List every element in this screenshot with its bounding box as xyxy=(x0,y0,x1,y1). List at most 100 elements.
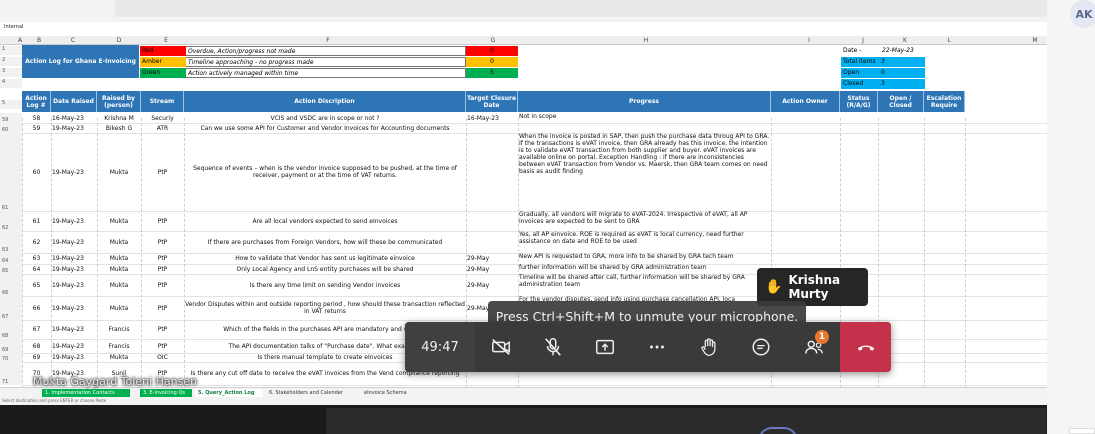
cell-by[interactable]: Mukta xyxy=(98,133,140,211)
header-status[interactable]: Status (R/A/G) xyxy=(840,91,878,112)
share-button[interactable] xyxy=(579,322,631,372)
cell-by[interactable]: Francis xyxy=(98,339,140,353)
cell-date[interactable]: 19-May-23 xyxy=(52,211,96,231)
cell-progress[interactable]: When the invoice is posted in SAP, then … xyxy=(519,133,770,211)
user-avatar[interactable]: AK xyxy=(1070,0,1095,28)
cell-target[interactable]: 16-May-23 xyxy=(467,113,517,123)
column-header[interactable]: J xyxy=(857,37,869,44)
cell-progress[interactable]: Gradually, all vendors will migrate to e… xyxy=(519,211,770,231)
header-action[interactable]: Action Log # xyxy=(22,91,51,112)
header-open-closed[interactable]: Open / Closed xyxy=(878,91,924,112)
cell-target[interactable] xyxy=(467,211,517,231)
header-raised-by[interactable]: Raised by (person) xyxy=(97,91,141,112)
column-header[interactable]: M xyxy=(1029,37,1041,44)
cell-stream[interactable]: PtP xyxy=(142,274,183,296)
cell-desc[interactable]: How to validate that Vendor has sent us … xyxy=(185,253,465,264)
more-button[interactable] xyxy=(631,322,683,372)
cell-target[interactable] xyxy=(467,231,517,253)
column-header[interactable]: H xyxy=(640,37,652,44)
cell-id[interactable]: 66 xyxy=(23,296,50,320)
cell-desc[interactable]: Sequence of events – when is the vendor … xyxy=(185,133,465,211)
cell-stream[interactable]: PtP xyxy=(142,253,183,264)
cell-target[interactable]: 29-May xyxy=(467,253,517,264)
cell-by[interactable]: Francis xyxy=(98,320,140,339)
cell-progress[interactable]: Timeline will be shared after call, furt… xyxy=(519,274,770,296)
header-stream[interactable]: Stream xyxy=(141,91,184,112)
cell-desc[interactable]: If there are purchases from Foreign Vend… xyxy=(185,231,465,253)
cell-date[interactable]: 19-May-23 xyxy=(52,264,96,274)
cell-date[interactable]: 19-May-23 xyxy=(52,320,96,339)
cell-progress[interactable]: further information will be shared by GR… xyxy=(519,264,770,274)
cell-by[interactable]: Mukta xyxy=(98,211,140,231)
cell-date[interactable]: 19-May-23 xyxy=(52,133,96,211)
column-header[interactable]: I xyxy=(803,37,815,44)
cell-by[interactable]: Mukta xyxy=(98,296,140,320)
cell-progress[interactable] xyxy=(519,123,770,133)
header-escalation[interactable]: Escalation Require xyxy=(924,91,965,112)
cell-target[interactable]: 29-May xyxy=(467,274,517,296)
header-owner[interactable]: Action Owner xyxy=(771,91,840,112)
cell-stream[interactable]: PtP xyxy=(142,320,183,339)
column-header[interactable]: E xyxy=(160,37,172,44)
cell-stream[interactable]: OIC xyxy=(142,353,183,362)
cell-by[interactable]: Mukta xyxy=(98,264,140,274)
cell-target[interactable] xyxy=(467,123,517,133)
sheet-tab[interactable]: 5. Query_Action Log xyxy=(195,389,263,397)
sheet-tab[interactable]: 1. Implementation Contacts xyxy=(42,389,130,397)
people-button[interactable] xyxy=(788,322,840,372)
cell-desc[interactable]: Is there any time limit on sending Vendo… xyxy=(185,274,465,296)
cell-id[interactable]: 61 xyxy=(23,211,50,231)
cell-id[interactable]: 65 xyxy=(23,274,50,296)
sheet-tab[interactable]: 3. E-Invoicing Qs xyxy=(140,389,192,397)
column-header[interactable]: L xyxy=(943,37,955,44)
cell-stream[interactable]: ATR xyxy=(142,123,183,133)
cell-date[interactable]: 19-May-23 xyxy=(52,253,96,264)
cell-id[interactable]: 69 xyxy=(23,353,50,362)
header-date-raised[interactable]: Date Raised xyxy=(51,91,97,112)
leave-call-button[interactable] xyxy=(840,322,891,372)
cell-by[interactable]: Krishna M xyxy=(98,113,140,123)
cell-stream[interactable]: PtP xyxy=(142,296,183,320)
cell-desc[interactable]: Vendor Disputes within and outside repor… xyxy=(185,296,465,320)
cell-by[interactable]: Mukta xyxy=(98,274,140,296)
mic-off-button[interactable] xyxy=(527,322,579,372)
cell-date[interactable]: 19-May-23 xyxy=(52,123,96,133)
cell-by[interactable]: Mukta xyxy=(98,253,140,264)
cell-id[interactable]: 59 xyxy=(23,123,50,133)
raise-hand-button[interactable] xyxy=(683,322,735,372)
cell-date[interactable]: 19-May-23 xyxy=(52,353,96,362)
cell-by[interactable]: Bikesh G xyxy=(98,123,140,133)
header-description[interactable]: Action Discription xyxy=(184,91,466,112)
cell-date[interactable]: 19-May-23 xyxy=(52,274,96,296)
column-header[interactable]: D xyxy=(113,37,125,44)
column-header[interactable]: G xyxy=(487,37,499,44)
header-target[interactable]: Target Closure Date xyxy=(466,91,518,112)
cell-by[interactable]: Mukta xyxy=(98,353,140,362)
cell-stream[interactable]: PtP xyxy=(142,339,183,353)
cell-id[interactable]: 58 xyxy=(23,113,50,123)
camera-off-button[interactable] xyxy=(475,322,527,372)
cell-by[interactable]: Mukta xyxy=(98,231,140,253)
cell-id[interactable]: 62 xyxy=(23,231,50,253)
cell-stream[interactable]: PtP xyxy=(142,133,183,211)
cell-progress[interactable]: Not in scope xyxy=(519,113,770,123)
cell-date[interactable]: 16-May-23 xyxy=(52,113,96,123)
cell-stream[interactable]: Securiy xyxy=(142,113,183,123)
cell-id[interactable]: 64 xyxy=(23,264,50,274)
cell-date[interactable]: 19-May-23 xyxy=(52,296,96,320)
cell-id[interactable]: 67 xyxy=(23,320,50,339)
column-header[interactable]: C xyxy=(63,37,83,44)
sheet-tab[interactable]: 6. Stakeholders and Calender xyxy=(266,389,354,397)
cell-stream[interactable]: PtP xyxy=(142,264,183,274)
column-header[interactable]: B xyxy=(33,37,45,44)
cell-id[interactable]: 63 xyxy=(23,253,50,264)
sheet-tab[interactable]: eInvoice Schema xyxy=(361,389,416,397)
cell-progress[interactable]: New API is requested to GRA, more info t… xyxy=(519,253,770,264)
column-header[interactable]: A xyxy=(14,37,26,44)
cell-id[interactable]: 68 xyxy=(23,339,50,353)
cell-desc[interactable]: Are all local vendors expected to send e… xyxy=(185,211,465,231)
cell-desc[interactable]: Only Local Agency and LnS entity purchas… xyxy=(185,264,465,274)
cell-id[interactable]: 60 xyxy=(23,133,50,211)
cell-date[interactable]: 19-May-23 xyxy=(52,339,96,353)
cell-progress[interactable]: Yes, all AP einvoice. ROE is required as… xyxy=(519,231,770,253)
